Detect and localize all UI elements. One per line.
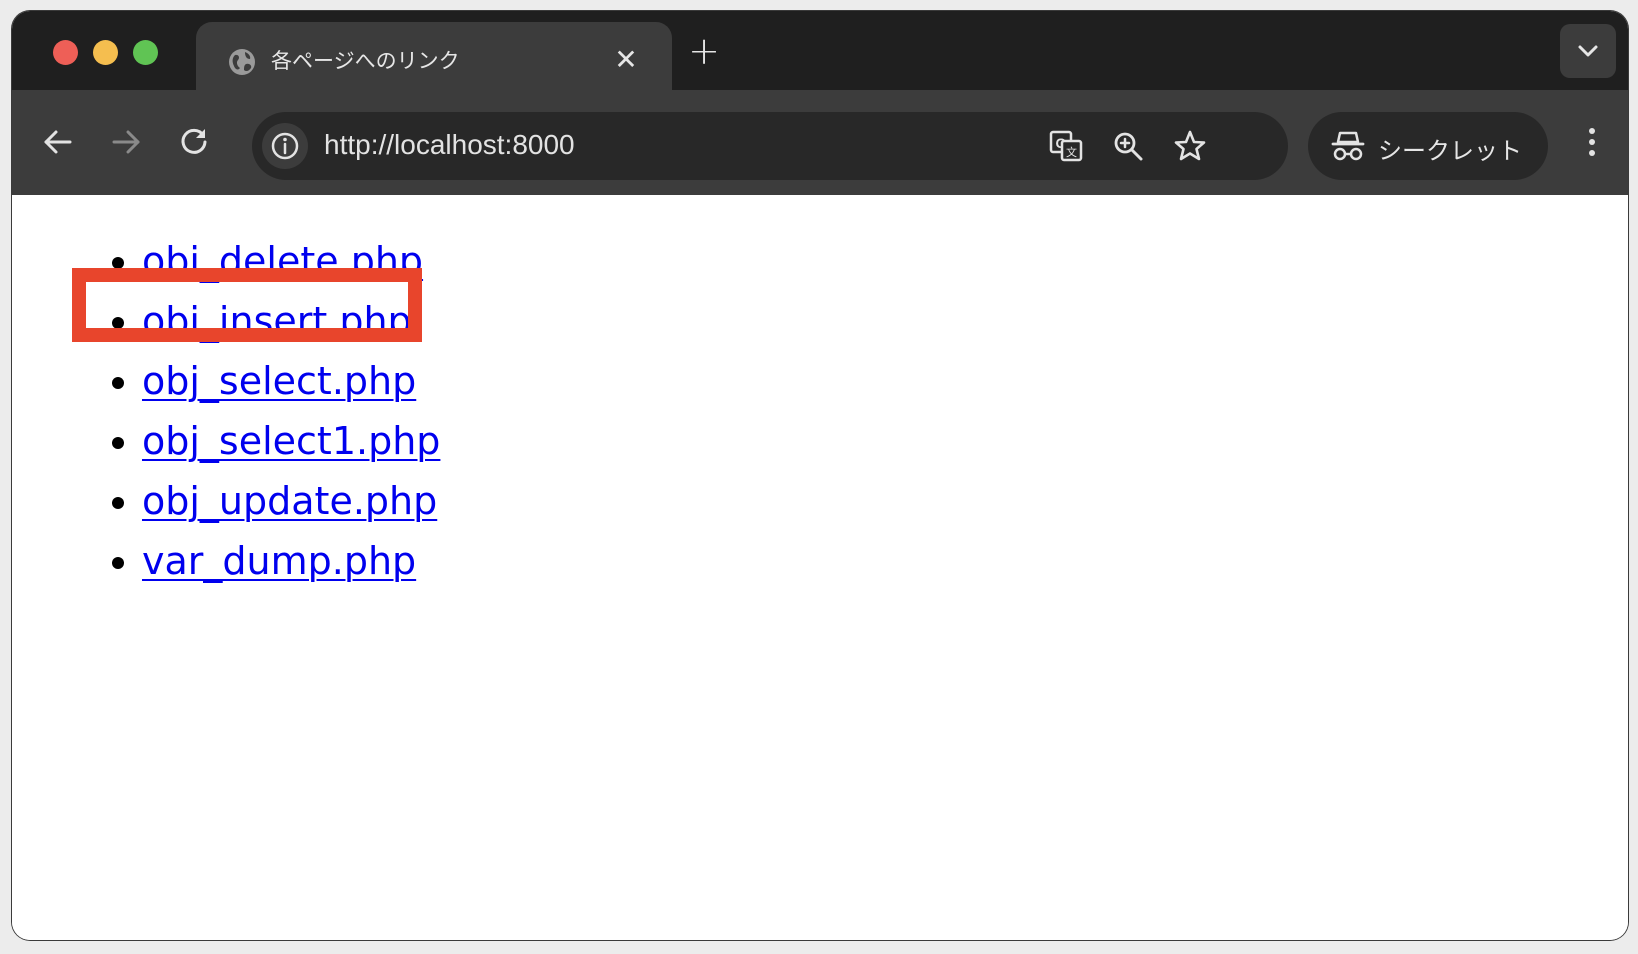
url-text[interactable]: http://localhost:8000 <box>324 129 575 161</box>
arrow-right-icon <box>112 130 140 154</box>
svg-text:文: 文 <box>1066 145 1077 159</box>
list-item: obj_select1.php <box>142 411 440 471</box>
incognito-icon <box>1331 131 1365 161</box>
tab-search-button[interactable] <box>1560 24 1616 78</box>
close-window-button[interactable] <box>53 40 78 65</box>
link-obj-delete[interactable]: obj_delete.php <box>142 239 423 283</box>
toolbar: http://localhost:8000 G 文 <box>12 90 1628 195</box>
list-item: obj_select.php <box>142 351 440 411</box>
link-list: obj_delete.php obj_insert.php obj_select… <box>90 231 440 591</box>
browser-window: 各ページへのリンク ✕ + http://localhost:8000 文 シー… <box>12 11 1628 940</box>
close-tab-button[interactable]: ✕ <box>606 40 646 80</box>
list-item: var_dump.php <box>142 531 440 591</box>
link-obj-insert[interactable]: obj_insert.php <box>142 299 412 343</box>
list-item: obj_insert.php <box>142 291 440 351</box>
link-var-dump[interactable]: var_dump.php <box>142 539 416 583</box>
star-icon[interactable] <box>1172 128 1208 164</box>
reload-icon <box>181 128 207 154</box>
incognito-label: シークレット <box>1378 137 1522 165</box>
kebab-menu-icon[interactable] <box>1572 120 1612 164</box>
list-item: obj_delete.php <box>142 231 440 291</box>
translate-icon[interactable]: G 文 <box>1048 128 1084 164</box>
link-obj-update[interactable]: obj_update.php <box>142 479 437 523</box>
tab-title: 各ページへのリンク <box>271 49 460 73</box>
forward-button[interactable] <box>104 120 148 164</box>
tab-strip: 各ページへのリンク ✕ + <box>12 11 1628 102</box>
link-obj-select1[interactable]: obj_select1.php <box>142 419 440 463</box>
chevron-down-icon <box>1578 45 1598 57</box>
minimize-window-button[interactable] <box>93 40 118 65</box>
maximize-window-button[interactable] <box>133 40 158 65</box>
page-content: obj_delete.php obj_insert.php obj_select… <box>12 195 1628 940</box>
globe-icon <box>229 49 255 75</box>
address-bar[interactable]: http://localhost:8000 G 文 <box>252 112 1288 180</box>
reload-button[interactable] <box>172 120 216 164</box>
list-item: obj_update.php <box>142 471 440 531</box>
site-info-button[interactable] <box>262 123 308 169</box>
incognito-indicator[interactable]: シークレット <box>1308 112 1548 180</box>
back-button[interactable] <box>36 120 80 164</box>
arrow-left-icon <box>44 130 72 154</box>
zoom-in-icon[interactable] <box>1110 128 1146 164</box>
link-obj-select[interactable]: obj_select.php <box>142 359 416 403</box>
info-icon <box>271 132 299 160</box>
new-tab-button[interactable]: + <box>682 29 726 73</box>
